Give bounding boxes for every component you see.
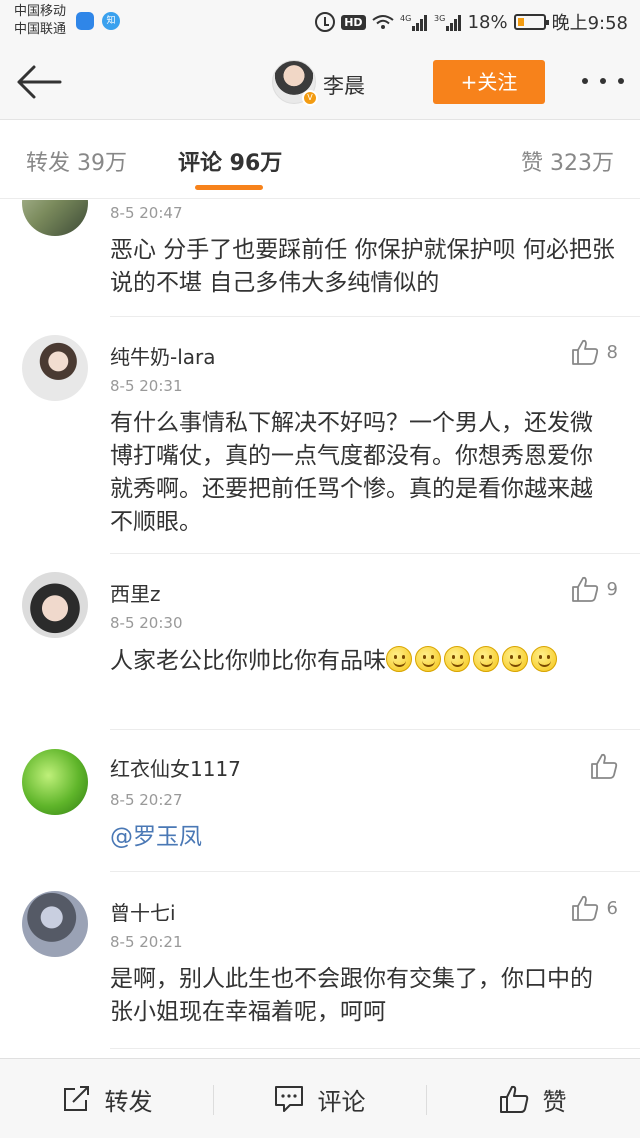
thumbs-up-icon: [571, 339, 598, 365]
mention-link[interactable]: @罗玉凤: [110, 824, 202, 850]
network-3g-label: 3G: [434, 14, 445, 23]
comment-text: 恶心 分手了也要踩前任 你保护就保护呗 何必把张说的不堪 自己多伟大多纯情似的: [110, 237, 615, 296]
like-label: 赞: [542, 1087, 567, 1116]
shield-app-icon: [76, 12, 94, 30]
like-button[interactable]: 8: [571, 339, 618, 365]
comment-list[interactable]: 8-5 20:47 恶心 分手了也要踩前任 你保护就保护呗 何必把张说的不堪 自…: [0, 200, 640, 1058]
comment-username[interactable]: 红衣仙女1117: [110, 753, 241, 782]
user-avatar[interactable]: [22, 200, 88, 236]
like-count: 8: [606, 341, 618, 363]
tab-bar: 转发 39万 评论 96万 赞 323万: [0, 121, 640, 199]
carrier-label-2: 中国联通: [14, 22, 67, 37]
smile-emoji-icon: [531, 646, 557, 672]
user-avatar[interactable]: [22, 891, 88, 957]
like-button[interactable]: [590, 753, 618, 779]
battery-percent: 18%: [467, 11, 508, 33]
repost-label: 转发: [104, 1087, 153, 1116]
smile-emoji-icon: [502, 646, 528, 672]
zhihu-app-icon: 知: [102, 12, 120, 30]
repost-icon: [63, 1086, 89, 1111]
comment-text: @罗玉凤: [110, 821, 615, 854]
comment-time: 8-5 20:27: [110, 791, 183, 809]
tab-comments[interactable]: 评论 96万: [178, 145, 282, 177]
more-options-icon[interactable]: [582, 74, 624, 88]
like-post-button[interactable]: 赞: [426, 1059, 639, 1138]
smile-emoji-icon: [415, 646, 441, 672]
comment-time: 8-5 20:47: [110, 204, 183, 222]
repost-button[interactable]: 转发: [0, 1059, 213, 1138]
tab-reposts[interactable]: 转发 39万: [26, 145, 127, 177]
alarm-icon: [315, 12, 336, 32]
divider: [110, 553, 640, 554]
hd-icon: HD: [341, 14, 366, 30]
comment-username[interactable]: 纯牛奶-lara: [110, 341, 216, 370]
wifi-icon: [371, 15, 394, 29]
user-avatar[interactable]: [22, 749, 88, 815]
comment-text: 有什么事情私下解决不好吗？一个男人，还发微博打嘴仗，真的一点气度都没有。你想秀恩…: [110, 410, 593, 535]
signal-icon-4g: 4G: [400, 14, 427, 31]
like-count: 9: [606, 578, 618, 600]
thumbs-up-icon: [499, 1085, 528, 1113]
user-avatar[interactable]: [22, 335, 88, 401]
profile-name[interactable]: 李晨: [323, 70, 365, 100]
like-button[interactable]: 6: [571, 895, 618, 921]
thumbs-up-icon: [571, 895, 598, 921]
comment-time: 8-5 20:31: [110, 377, 183, 395]
comment-text: 是啊，别人此生也不会跟你有交集了，你口中的张小姐现在幸福着呢，呵呵: [110, 966, 593, 1025]
smile-emoji-icon: [473, 646, 499, 672]
like-button[interactable]: 9: [571, 576, 618, 602]
back-arrow-icon[interactable]: [16, 64, 62, 100]
network-4g-label: 4G: [400, 14, 411, 23]
like-count: 6: [606, 897, 618, 919]
comment-icon: [274, 1086, 303, 1112]
follow-button[interactable]: +关注: [433, 60, 545, 104]
tab-active-indicator: [195, 185, 263, 190]
thumbs-up-icon: [571, 576, 598, 602]
user-avatar[interactable]: [22, 572, 88, 638]
divider: [110, 1048, 640, 1049]
nav-bar: V 李晨 +关注: [0, 44, 640, 120]
status-bar: 中国移动 中国联通 知 HD 4G 3G 18% 晚上9:58: [0, 0, 640, 44]
comment-body: 人家老公比你帅比你有品味: [110, 645, 615, 678]
battery-icon: [513, 14, 549, 30]
divider: [110, 729, 640, 730]
comment-button[interactable]: 评论: [213, 1059, 426, 1138]
divider: [110, 316, 640, 317]
comment-time: 8-5 20:30: [110, 614, 183, 632]
clock: 晚上9:58: [551, 13, 628, 34]
comment-username[interactable]: 西里z: [110, 578, 161, 607]
signal-icon-3g: 3G: [434, 14, 461, 31]
comment-text: 人家老公比你帅比你有品味: [110, 648, 386, 674]
comment-label: 评论: [317, 1087, 366, 1116]
divider: [110, 871, 640, 872]
smile-emoji-icon: [386, 646, 412, 672]
thumbs-up-icon: [591, 753, 618, 779]
status-icons: HD 4G 3G 18% 晚上9:58: [315, 8, 628, 36]
bottom-toolbar: 转发 评论 赞: [0, 1058, 640, 1138]
comment-time: 8-5 20:21: [110, 933, 183, 951]
tab-likes[interactable]: 赞 323万: [521, 145, 614, 177]
verified-badge-icon: V: [302, 90, 318, 106]
comment-username[interactable]: 曾十七i: [110, 897, 176, 926]
smile-emoji-icon: [444, 646, 470, 672]
carrier-label-1: 中国移动: [14, 4, 67, 19]
